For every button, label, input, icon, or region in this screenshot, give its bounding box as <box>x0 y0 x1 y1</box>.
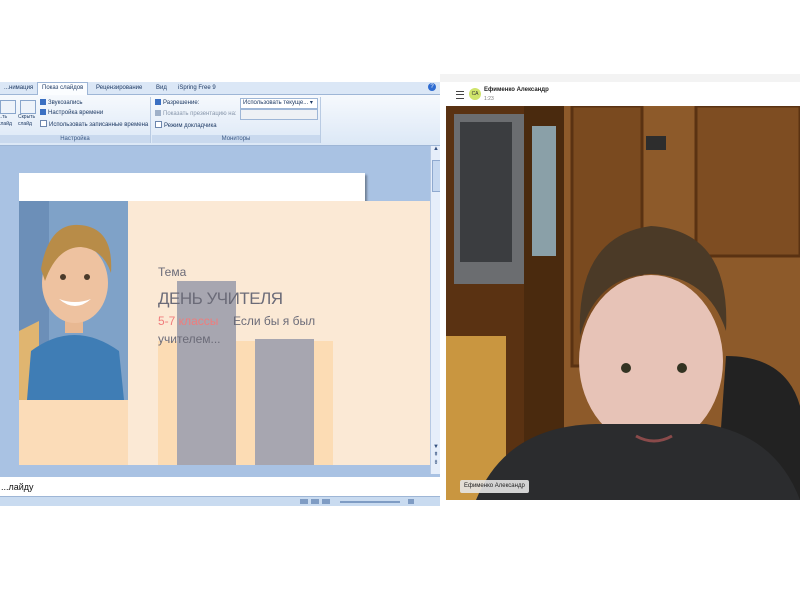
photo-footer-block <box>19 400 128 465</box>
checkbox-icon <box>155 121 162 128</box>
call-header: СА Ефименко Александр 1:23 <box>440 82 800 106</box>
zoom-slider[interactable] <box>340 501 400 503</box>
show-on-label-text: Показать презентацию на: <box>163 111 237 117</box>
resolution-label: Разрешение: <box>155 99 199 108</box>
ribbon-group-caption-monitors: Мониторы <box>152 135 320 143</box>
call-timer: 1:23 <box>484 96 494 102</box>
hide-slide-button[interactable]: Скрыть слайд <box>18 114 36 128</box>
rehearse-timings-label: Настройка времени <box>48 110 104 116</box>
presenter-view-label: Режим докладчика <box>164 123 217 129</box>
slideshow-view-icon[interactable] <box>322 499 330 504</box>
tab-review[interactable]: Рецензирование <box>92 83 146 94</box>
scroll-up-icon[interactable]: ▲ <box>432 146 440 153</box>
record-narration-button[interactable]: Звукозапись <box>40 99 82 108</box>
show-slide-button[interactable]: ...ть слайд <box>0 114 14 128</box>
decor-bar-light-2 <box>236 341 255 465</box>
show-slide-icon <box>0 100 16 114</box>
resolution-label-text: Разрешение: <box>163 100 200 106</box>
monitor-icon <box>155 110 161 116</box>
scroll-down-icon[interactable]: ▼ <box>432 444 440 451</box>
slide-title-box[interactable] <box>19 173 365 201</box>
sorter-view-icon[interactable] <box>311 499 319 504</box>
avatar[interactable]: СА <box>469 88 481 100</box>
slide-subtitle-line2: учителем... <box>158 332 221 346</box>
participant-name-tag: Ефименко Александр <box>460 480 529 493</box>
video-feed[interactable]: Ефименко Александр <box>446 106 800 500</box>
microphone-icon <box>40 99 46 105</box>
rehearse-timings-button[interactable]: Настройка времени <box>40 109 103 118</box>
use-timings-checkbox[interactable]: Использовать записанные времена <box>40 120 148 130</box>
video-call-window: СА Ефименко Александр 1:23 Ефименко Алек… <box>440 74 800 500</box>
show-on-dropdown[interactable] <box>240 109 318 120</box>
hide-slide-icon <box>20 100 36 114</box>
ribbon: ...ть слайд Скрыть слайд Звукозапись Нас… <box>0 95 440 146</box>
slide-subtitle-line1: Если бы я был <box>233 314 316 328</box>
slide-title: ДЕНЬ УЧИТЕЛЯ <box>158 289 283 308</box>
tab-animation[interactable]: ...нимация <box>0 83 37 94</box>
help-icon[interactable]: ? <box>428 83 436 91</box>
checkbox-icon <box>40 120 47 127</box>
next-slide-icon[interactable]: ⇟ <box>432 460 440 467</box>
clock-icon <box>40 109 46 115</box>
ribbon-tabs: ...нимация Показ слайдов Рецензирование … <box>0 82 440 95</box>
zoom-in-icon[interactable] <box>408 499 414 504</box>
status-bar <box>0 496 440 506</box>
student-photo <box>19 201 128 400</box>
decor-bar-light-1 <box>158 341 177 465</box>
show-on-label: Показать презентацию на: <box>155 110 237 119</box>
normal-view-icon[interactable] <box>300 499 308 504</box>
ribbon-group-setup: ...ть слайд Скрыть слайд Звукозапись Нас… <box>0 97 151 143</box>
scrollbar-thumb[interactable] <box>432 160 440 192</box>
slide-topic-label: Тема <box>158 265 187 279</box>
ribbon-group-monitors: Разрешение: Использовать текуще... ▾ Пок… <box>152 97 321 143</box>
vertical-scrollbar[interactable]: ▲ ▼ ⇞ ⇟ <box>430 146 440 474</box>
tab-slideshow[interactable]: Показ слайдов <box>37 82 89 95</box>
ribbon-group-caption-setup: Настройка <box>0 135 150 143</box>
monitor-icon <box>155 99 161 105</box>
contact-name[interactable]: Ефименко Александр <box>484 87 549 93</box>
tab-view[interactable]: Вид <box>152 83 171 94</box>
hamburger-icon[interactable] <box>456 91 464 99</box>
record-narration-label: Звукозапись <box>48 100 83 106</box>
decor-bar-gray-2 <box>255 339 314 465</box>
webcam-scene <box>446 106 800 500</box>
boy-photo-illustration <box>19 201 128 400</box>
presenter-view-checkbox[interactable]: Режим докладчика <box>155 121 217 131</box>
slide-grade: 5-7 классы <box>158 314 219 328</box>
prev-slide-icon[interactable]: ⇞ <box>432 452 440 459</box>
tab-ispring[interactable]: iSpring Free 9 <box>174 83 220 94</box>
use-timings-label: Использовать записанные времена <box>49 122 149 128</box>
resolution-dropdown[interactable]: Использовать текуще... ▾ <box>240 98 318 109</box>
slide-canvas[interactable]: Тема ДЕНЬ УЧИТЕЛЯ 5-7 классы Если бы я б… <box>19 201 430 465</box>
decor-bar-light-3 <box>314 341 333 465</box>
resolution-dropdown-value: Использовать текуще... <box>243 100 309 106</box>
notes-text: ...лайду <box>1 482 34 492</box>
